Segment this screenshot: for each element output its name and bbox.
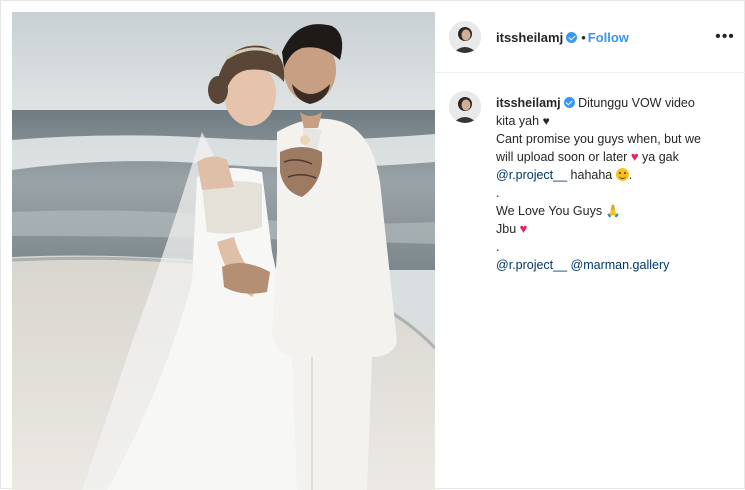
caption-line: .: [496, 240, 500, 254]
avatar[interactable]: [449, 21, 481, 53]
avatar-icon: [449, 21, 481, 53]
caption-line: Cant promise you guys when, but we: [496, 132, 701, 146]
caption-segment: ya gak: [642, 150, 679, 164]
header-username-line: itssheilamj • Follow: [496, 30, 629, 46]
mention-link[interactable]: @r.project__: [496, 258, 567, 272]
post-header: itssheilamj • Follow •••: [435, 1, 745, 73]
caption-segment: Jbu: [496, 222, 517, 236]
caption-line: itssheilamj Ditunggu VOW video: [496, 94, 736, 112]
separator-dot: •: [581, 30, 586, 45]
verified-badge-icon: [566, 32, 578, 43]
caption-line: We Love You Guys 🙏: [496, 202, 736, 220]
username-link[interactable]: itssheilamj: [496, 96, 561, 110]
caption-line: @r.project__ hahaha .: [496, 168, 633, 182]
verified-badge-icon: [563, 97, 575, 108]
wink-face-icon: [615, 168, 629, 181]
post-photo[interactable]: [12, 12, 435, 490]
red-heart-icon: ♥: [630, 149, 639, 164]
caption-line: will upload soon or later ♥ ya gak: [496, 148, 736, 166]
red-heart-icon: ♥: [519, 221, 528, 236]
caption-segment: Ditunggu VOW video: [578, 96, 695, 110]
caption-line: .: [496, 186, 500, 200]
follow-button[interactable]: Follow: [588, 30, 629, 45]
more-options-icon[interactable]: •••: [715, 28, 735, 46]
mention-link[interactable]: @r.project__: [496, 168, 567, 182]
instagram-post: itssheilamj • Follow ••• itssheilamj Ditun…: [0, 0, 745, 490]
avatar-icon: [449, 91, 481, 123]
caption-line: kita yah ♥: [496, 112, 736, 130]
caption-text: itssheilamj Ditunggu VOW video kita yah …: [496, 94, 736, 274]
caption-line: @r.project__ @marman.gallery: [496, 256, 736, 274]
pray-hands-icon: 🙏: [605, 204, 621, 218]
post-side-panel: itssheilamj • Follow ••• itssheilamj Ditun…: [435, 1, 745, 490]
caption-segment: We Love You Guys: [496, 204, 603, 218]
caption-segment: kita yah: [496, 114, 540, 128]
username-link[interactable]: itssheilamj: [496, 30, 563, 45]
mention-link[interactable]: @marman.gallery: [571, 258, 670, 272]
caption-segment: hahaha: [570, 168, 613, 182]
caption-segment: will upload soon or later: [496, 150, 628, 164]
avatar[interactable]: [449, 91, 481, 123]
wedding-photo-icon: [12, 12, 435, 490]
black-heart-icon: ♥: [542, 114, 550, 128]
caption-line: Jbu ♥: [496, 220, 736, 238]
